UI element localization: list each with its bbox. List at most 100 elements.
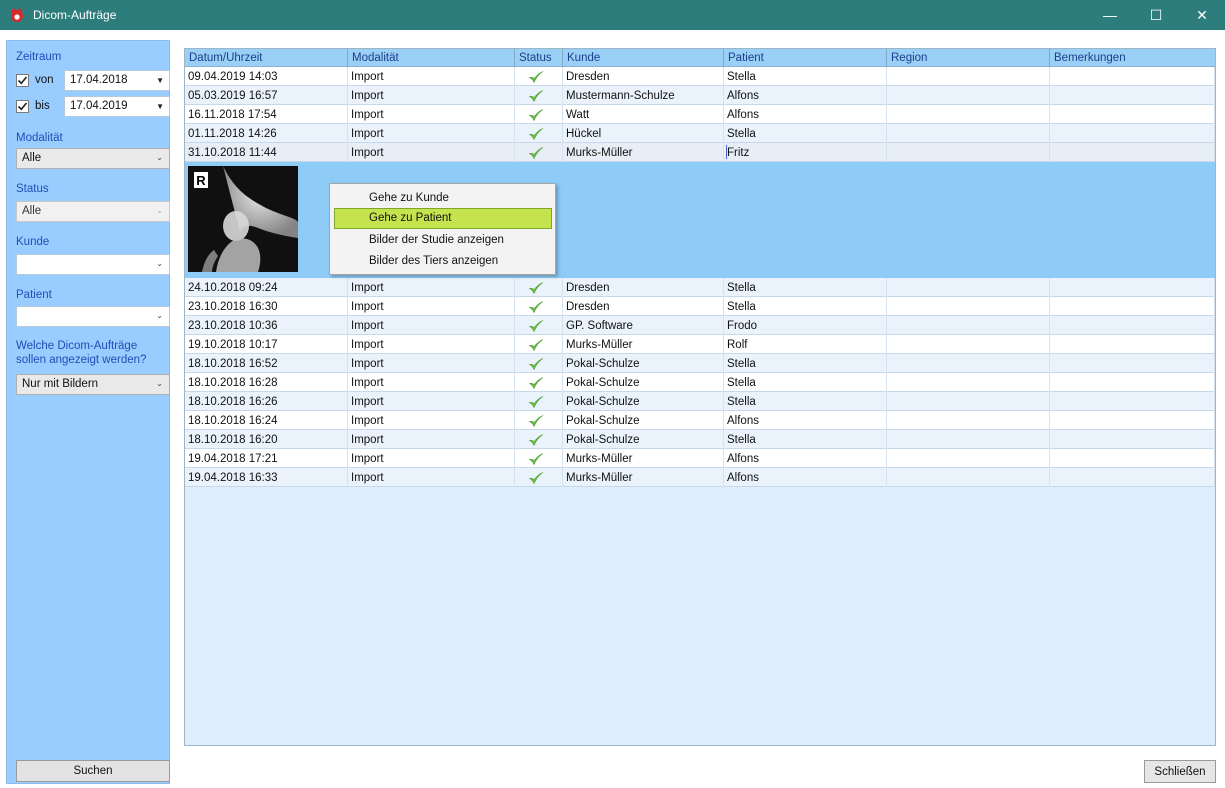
cell-region — [887, 297, 1050, 316]
schliessen-button[interactable]: Schließen — [1144, 760, 1216, 783]
cell-region — [887, 316, 1050, 335]
cell-datum: 18.10.2018 16:24 — [185, 411, 348, 430]
table-row[interactable]: 01.11.2018 14:26 Import Hückel Stella — [185, 124, 1215, 143]
cell-patient: Stella — [724, 354, 887, 373]
table-row[interactable]: 18.10.2018 16:28 Import Pokal-Schulze Stell… — [185, 373, 1215, 392]
status-label: Status — [16, 183, 49, 195]
table-row[interactable]: 19.04.2018 16:33 Import Murks-Müller Alfons — [185, 468, 1215, 487]
table-row[interactable]: 18.10.2018 16:52 Import Pokal-Schulze Stell… — [185, 354, 1215, 373]
status-check-icon — [528, 320, 544, 333]
table-row[interactable]: 18.10.2018 16:26 Import Pokal-Schulze Stell… — [185, 392, 1215, 411]
cell-region — [887, 335, 1050, 354]
minimize-button[interactable]: — — [1087, 0, 1133, 30]
text-cursor — [726, 145, 727, 159]
status-check-icon — [528, 472, 544, 485]
patient-label: Patient — [16, 289, 52, 301]
column-header-bemerkungen[interactable]: Bemerkungen — [1050, 49, 1215, 67]
status-check-icon — [528, 377, 544, 390]
cell-bemerkungen — [1050, 449, 1215, 468]
column-header-kunde[interactable]: Kunde — [563, 49, 724, 67]
xray-thumbnail[interactable]: R — [188, 166, 298, 272]
cell-kunde: Pokal-Schulze — [563, 354, 724, 373]
cell-region — [887, 124, 1050, 143]
maximize-button[interactable]: ☐ — [1133, 0, 1179, 30]
cell-region — [887, 373, 1050, 392]
filter-question-line1: Welche Dicom-Aufträge — [16, 340, 138, 352]
modalitaet-select[interactable]: Alle ⌄ — [16, 148, 170, 169]
column-header-status[interactable]: Status — [515, 49, 563, 67]
menu-item-bilder-des-tiers[interactable]: Bilder des Tiers anzeigen — [334, 251, 552, 272]
kunde-select[interactable]: ⌄ — [16, 254, 170, 275]
status-check-icon — [528, 339, 544, 352]
bis-checkbox[interactable] — [16, 100, 29, 113]
table-row[interactable]: 24.10.2018 09:24 Import Dresden Stella — [185, 278, 1215, 297]
cell-datum: 09.04.2019 14:03 — [185, 67, 348, 86]
dropdown-arrow-icon: ▼ — [156, 102, 164, 111]
cell-bemerkungen — [1050, 411, 1215, 430]
cell-bemerkungen — [1050, 297, 1215, 316]
column-header-modalitaet[interactable]: Modalität — [348, 49, 515, 67]
title-bar: Dicom-Aufträge — ☐ ✕ — [0, 0, 1225, 30]
table-row[interactable]: 18.10.2018 16:24 Import Pokal-Schulze Alfon… — [185, 411, 1215, 430]
column-header-patient[interactable]: Patient — [724, 49, 887, 67]
menu-item-bilder-der-studie[interactable]: Bilder der Studie anzeigen — [334, 230, 552, 251]
cell-datum: 01.11.2018 14:26 — [185, 124, 348, 143]
von-date-picker[interactable]: 17.04.2018 ▼ — [64, 70, 170, 91]
close-window-button[interactable]: ✕ — [1179, 0, 1225, 30]
table-row[interactable]: 09.04.2019 14:03 Import Dresden Stella — [185, 67, 1215, 86]
table-row[interactable]: 05.03.2019 16:57 Import Mustermann-Schulze… — [185, 86, 1215, 105]
chevron-down-icon: ⌄ — [156, 379, 163, 388]
cell-kunde: Dresden — [563, 67, 724, 86]
patient-select[interactable]: ⌄ — [16, 306, 170, 327]
chevron-down-icon: ⌄ — [156, 153, 163, 162]
cell-datum: 18.10.2018 16:20 — [185, 430, 348, 449]
status-select[interactable]: Alle ⌄ — [16, 201, 170, 222]
search-button[interactable]: Suchen — [16, 760, 170, 782]
cell-patient: Stella — [724, 124, 887, 143]
status-check-icon — [528, 453, 544, 466]
column-header-datum[interactable]: Datum/Uhrzeit — [185, 49, 348, 67]
cell-bemerkungen — [1050, 86, 1215, 105]
table-row[interactable]: 18.10.2018 16:20 Import Pokal-Schulze Stell… — [185, 430, 1215, 449]
table-row[interactable]: 31.10.2018 11:44 Import Murks-Müller Fritz — [185, 143, 1215, 162]
cell-datum: 18.10.2018 16:52 — [185, 354, 348, 373]
status-check-icon — [528, 128, 544, 141]
dropdown-arrow-icon: ▼ — [156, 76, 164, 85]
cell-kunde: Murks-Müller — [563, 335, 724, 354]
cell-bemerkungen — [1050, 124, 1215, 143]
cell-patient: Fritz — [724, 143, 887, 162]
cell-patient: Stella — [724, 430, 887, 449]
cell-modalitaet: Import — [348, 335, 515, 354]
status-check-icon — [528, 282, 544, 295]
cell-patient: Frodo — [724, 316, 887, 335]
table-row[interactable]: 23.10.2018 10:36 Import GP. Software Frodo — [185, 316, 1215, 335]
orders-table: Datum/Uhrzeit Modalität Status Kunde Pat… — [184, 48, 1216, 746]
checkmark-icon — [17, 102, 28, 111]
table-header: Datum/Uhrzeit Modalität Status Kunde Pat… — [185, 49, 1215, 67]
menu-item-gehe-zu-kunde[interactable]: Gehe zu Kunde — [334, 188, 552, 209]
cell-datum: 19.10.2018 10:17 — [185, 335, 348, 354]
modalitaet-value: Alle — [22, 152, 42, 164]
status-check-icon — [528, 147, 544, 160]
column-header-region[interactable]: Region — [887, 49, 1050, 67]
cell-kunde: Pokal-Schulze — [563, 392, 724, 411]
von-checkbox[interactable] — [16, 74, 29, 87]
table-row[interactable]: 23.10.2018 16:30 Import Dresden Stella — [185, 297, 1215, 316]
bis-date-picker[interactable]: 17.04.2019 ▼ — [64, 96, 170, 117]
cell-datum: 05.03.2019 16:57 — [185, 86, 348, 105]
bilder-filter-select[interactable]: Nur mit Bildern ⌄ — [16, 374, 170, 395]
cell-patient: Stella — [724, 373, 887, 392]
cell-patient: Stella — [724, 392, 887, 411]
cell-modalitaet: Import — [348, 373, 515, 392]
table-row[interactable]: 19.04.2018 17:21 Import Murks-Müller Alfons — [185, 449, 1215, 468]
chevron-down-icon: ⌄ — [156, 259, 163, 268]
table-row[interactable]: 19.10.2018 10:17 Import Murks-Müller Rolf — [185, 335, 1215, 354]
cell-datum: 18.10.2018 16:28 — [185, 373, 348, 392]
bis-date-value: 17.04.2019 — [70, 100, 128, 112]
status-check-icon — [528, 301, 544, 314]
table-row[interactable]: 16.11.2018 17:54 Import Watt Alfons — [185, 105, 1215, 124]
cell-bemerkungen — [1050, 316, 1215, 335]
menu-item-gehe-zu-patient[interactable]: Gehe zu Patient — [334, 208, 552, 229]
cell-modalitaet: Import — [348, 430, 515, 449]
cell-region — [887, 67, 1050, 86]
